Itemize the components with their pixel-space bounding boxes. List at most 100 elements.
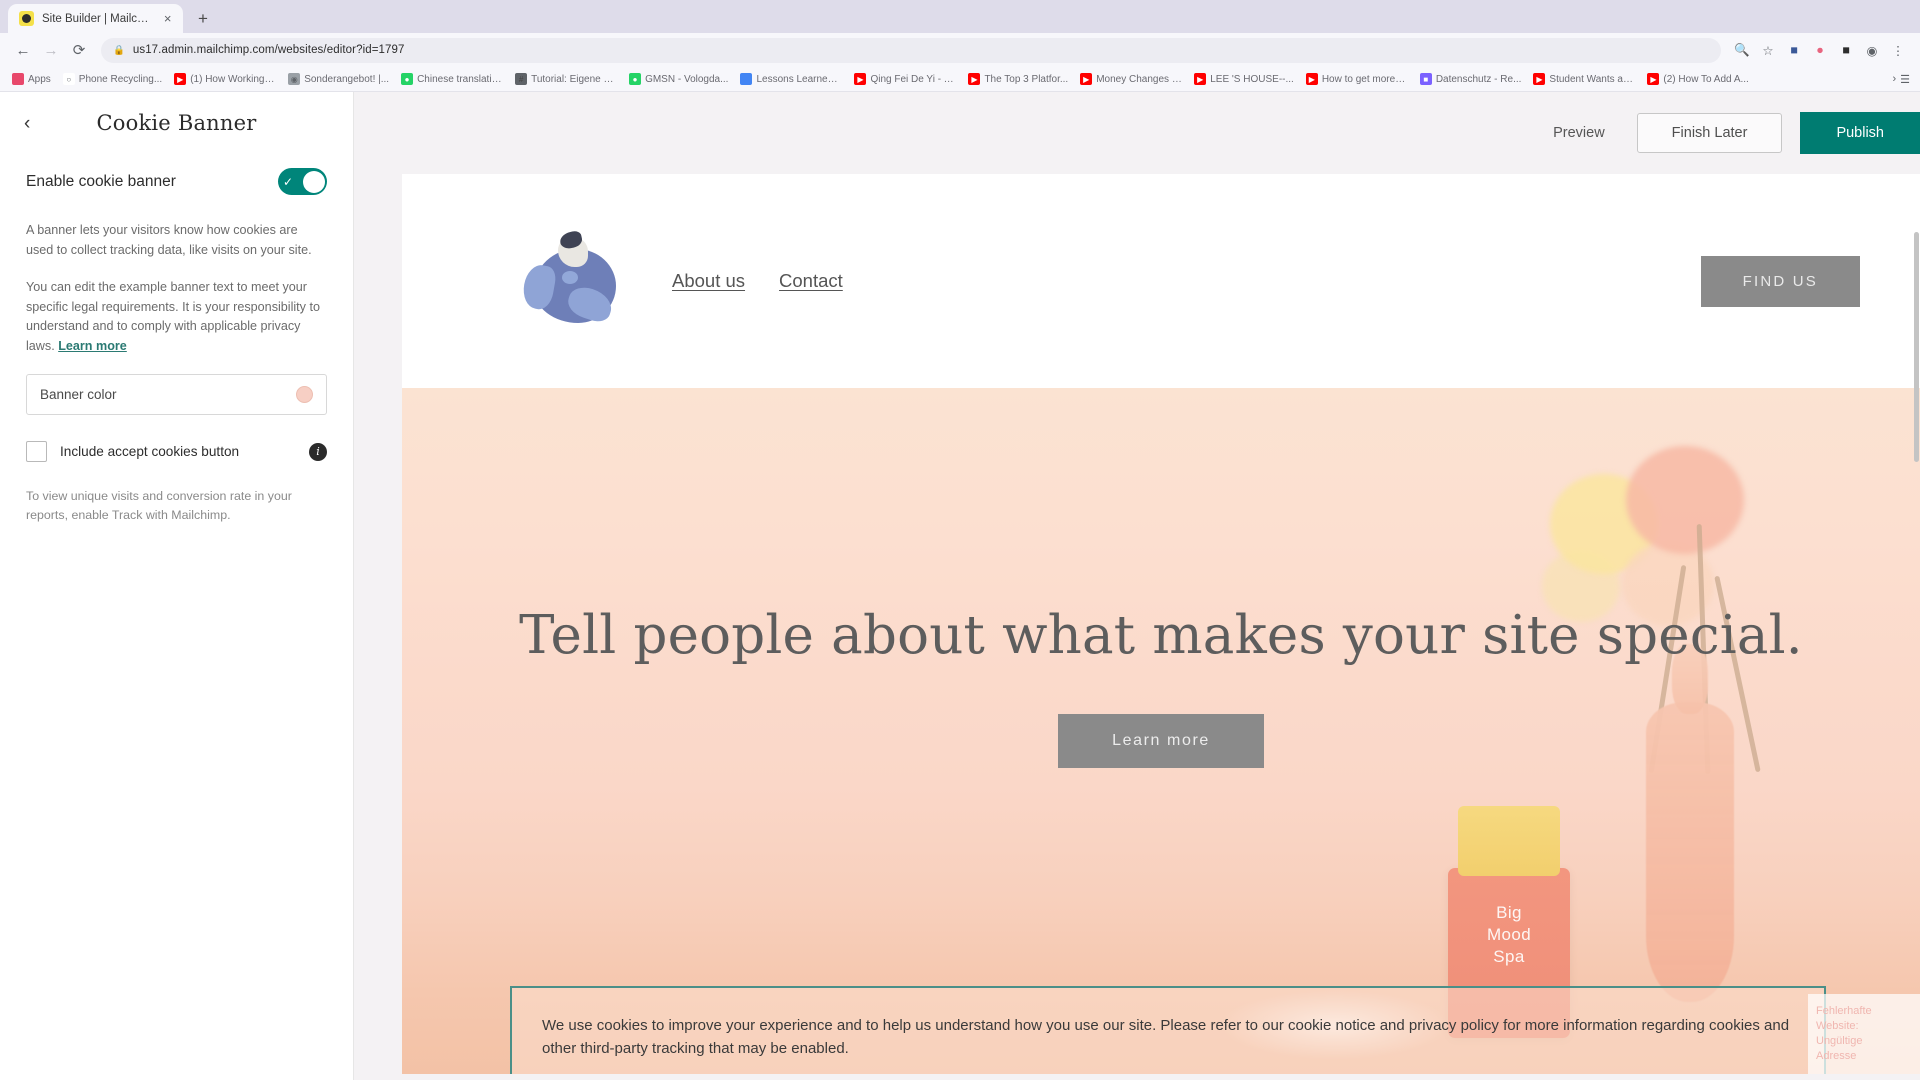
bookmark-label: Datenschutz - Re... — [1435, 73, 1522, 85]
globe-icon: ◉ — [288, 73, 301, 85]
nav-link-contact[interactable]: Contact — [779, 270, 843, 292]
menu-icon[interactable]: ⋮ — [1886, 38, 1910, 62]
bookmark-item[interactable]: ▶ Money Changes E... — [1074, 69, 1188, 90]
app-root: ‹ Cookie Banner Enable cookie banner ✓ A… — [0, 92, 1920, 1080]
bookmark-label: Lessons Learned f... — [756, 73, 843, 85]
include-accept-cookies-checkbox[interactable] — [26, 441, 47, 462]
shield-icon: ■ — [1419, 73, 1432, 85]
bookmark-list-icon[interactable]: ☰ — [1900, 73, 1910, 86]
bookmark-label: GMSN - Vologda... — [645, 73, 729, 85]
publish-button[interactable]: Publish — [1800, 112, 1920, 154]
bookmark-item[interactable]: ○ Phone Recycling... — [57, 69, 168, 90]
back-arrow-icon[interactable]: ‹ — [24, 114, 30, 133]
bookmark-label: How to get more v... — [1321, 73, 1408, 85]
bookmark-item[interactable]: ■ Datenschutz - Re... — [1414, 69, 1528, 90]
editor-topbar: Preview Finish Later Publish — [354, 92, 1920, 174]
zoom-icon[interactable]: 🔍 — [1730, 38, 1754, 62]
browser-toolbar: ← → ⟳ 🔒 us17.admin.mailchimp.com/website… — [0, 33, 1920, 67]
track-with-mailchimp-note: To view unique visits and conversion rat… — [26, 489, 292, 522]
info-icon[interactable]: i — [309, 442, 327, 461]
youtube-icon: ▶ — [1194, 73, 1207, 85]
description-paragraph-1: A banner lets your visitors know how coo… — [26, 223, 312, 257]
youtube-icon: ▶ — [1305, 73, 1318, 85]
forward-icon[interactable]: → — [38, 37, 64, 63]
preview-button[interactable]: Preview — [1539, 117, 1619, 149]
bookmark-item[interactable]: ● Chinese translatio... — [395, 69, 509, 90]
facebook-icon[interactable]: ■ — [1782, 38, 1806, 62]
bookmarks-bar: ▦ Apps ○ Phone Recycling... ▶ (1) How Wo… — [0, 67, 1920, 92]
mailchimp-favicon — [19, 11, 34, 26]
youtube-icon: ▶ — [1080, 73, 1093, 85]
bookmark-label: The Top 3 Platfor... — [984, 73, 1069, 85]
hero-content: Tell people about what makes your site s… — [402, 388, 1920, 1074]
banner-color-label: Banner color — [40, 387, 117, 402]
profile-icon[interactable]: ◉ — [1860, 38, 1884, 62]
warning-line-4: Adresse — [1816, 1050, 1857, 1062]
bookmark-label: Student Wants an... — [1549, 73, 1636, 85]
check-icon: ✓ — [283, 174, 294, 189]
bookmark-label: Apps — [28, 73, 51, 85]
bookmark-item[interactable]: ▶ Student Wants an... — [1527, 69, 1641, 90]
bookmarks-overflow[interactable]: › ☰ — [1892, 73, 1914, 86]
finish-later-button[interactable]: Finish Later — [1636, 113, 1783, 153]
bookmark-item[interactable]: ▶ (2) How To Add A... — [1641, 69, 1754, 90]
bookmark-item[interactable]: ▶ The Top 3 Platfor... — [962, 69, 1074, 90]
search-icon: ○ — [62, 73, 75, 85]
find-us-button[interactable]: Find us — [1700, 255, 1860, 307]
bookmark-item[interactable]: ▶ (1) How Working a... — [168, 69, 282, 90]
new-tab-button[interactable]: + — [189, 5, 217, 33]
learn-more-button[interactable]: Learn more — [1058, 713, 1264, 768]
site-preview: About us Contact Find us Big Mood Spa — [402, 174, 1920, 1074]
youtube-icon: ▶ — [854, 73, 867, 85]
close-icon[interactable]: × — [160, 12, 175, 25]
nav-link-about-us[interactable]: About us — [672, 270, 745, 292]
youtube-icon: ▶ — [174, 73, 187, 85]
bookmark-label: LEE 'S HOUSE--... — [1210, 73, 1294, 85]
apps-grid-icon: ▦ — [12, 73, 24, 86]
address-bar[interactable]: 🔒 us17.admin.mailchimp.com/websites/edit… — [101, 37, 1721, 63]
site-header: About us Contact Find us — [402, 174, 1920, 388]
panel-header: ‹ Cookie Banner — [24, 92, 327, 154]
editor-canvas: Preview Finish Later Publish About us Co… — [354, 92, 1920, 1080]
warning-line-2: Website: — [1816, 1020, 1859, 1032]
bookmark-star-icon[interactable]: ☆ — [1756, 38, 1780, 62]
banner-color-field[interactable]: Banner color — [26, 374, 327, 415]
back-icon[interactable]: ← — [10, 37, 36, 63]
chevron-right-icon[interactable]: › — [1892, 73, 1896, 85]
cookie-banner-preview[interactable]: We use cookies to improve your experienc… — [510, 986, 1826, 1074]
toggle-knob — [302, 170, 325, 193]
browser-chrome: Site Builder | Mailchimp × + ← → ⟳ 🔒 us1… — [0, 0, 1920, 92]
bookmark-item[interactable]: ▶ Qing Fei De Yi - Y... — [848, 69, 962, 90]
bookmark-item[interactable]: ▶ LEE 'S HOUSE--... — [1188, 69, 1300, 90]
bookmark-item[interactable]: ▲ Lessons Learned f... — [734, 69, 848, 90]
page-title: Cookie Banner — [96, 111, 257, 135]
tab-strip: Site Builder | Mailchimp × + — [0, 0, 1920, 33]
tab-title: Site Builder | Mailchimp — [42, 12, 153, 25]
learn-more-link[interactable]: Learn more — [58, 339, 127, 353]
warning-line-1: Fehlerhafte — [1816, 1005, 1872, 1017]
whatsapp-icon: ● — [401, 73, 414, 85]
bookmark-label: (1) How Working a... — [190, 73, 277, 85]
bookmark-apps[interactable]: ▦ Apps — [6, 69, 57, 90]
banner-color-swatch[interactable] — [296, 386, 313, 403]
extension-icon[interactable]: ■ — [1834, 38, 1858, 62]
description-paragraph-2: You can edit the example banner text to … — [26, 278, 327, 356]
hash-icon: # — [515, 73, 528, 85]
chart-icon: ▲ — [740, 73, 753, 85]
site-nav: About us Contact — [672, 270, 843, 292]
whatsapp-icon: ● — [629, 73, 642, 85]
bookmark-item[interactable]: # Tutorial: Eigene Fa... — [509, 69, 623, 90]
bookmark-item[interactable]: ● GMSN - Vologda... — [623, 69, 734, 90]
bookmark-label: Chinese translatio... — [417, 73, 504, 85]
browser-tab[interactable]: Site Builder | Mailchimp × — [8, 4, 183, 33]
youtube-icon: ▶ — [1533, 73, 1546, 85]
pinterest-icon[interactable]: ● — [1808, 38, 1832, 62]
bookmark-item[interactable]: ◉ Sonderangebot! |... — [282, 69, 395, 90]
url-text: us17.admin.mailchimp.com/websites/editor… — [132, 44, 405, 56]
bookmark-label: Qing Fei De Yi - Y... — [870, 73, 957, 85]
youtube-icon: ▶ — [968, 73, 981, 85]
reload-icon[interactable]: ⟳ — [66, 37, 92, 63]
enable-cookie-banner-toggle[interactable]: ✓ — [278, 168, 327, 195]
bookmark-item[interactable]: ▶ How to get more v... — [1300, 69, 1414, 90]
hero-heading: Tell people about what makes your site s… — [519, 604, 1803, 666]
